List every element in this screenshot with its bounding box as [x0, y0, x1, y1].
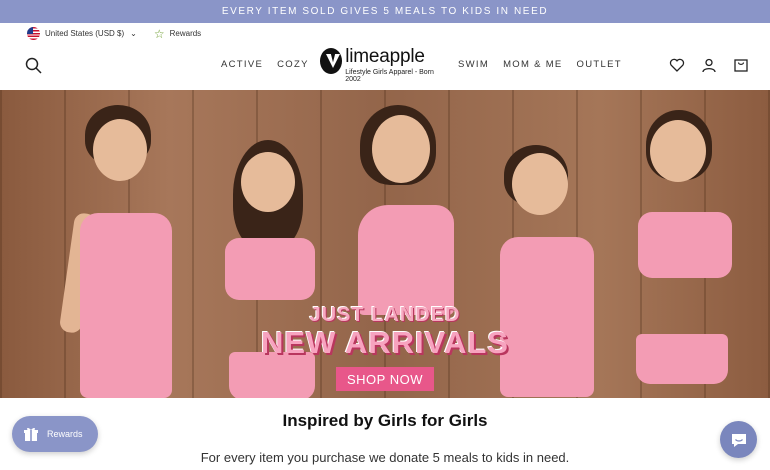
logo-name: limeapple [345, 46, 425, 67]
logo-mark-icon [320, 48, 343, 74]
star-icon: ☆ [153, 26, 165, 41]
user-icon [702, 58, 716, 73]
gift-icon [24, 427, 38, 441]
shop-now-button[interactable]: SHOP NOW [336, 367, 434, 391]
rewards-widget-button[interactable]: Rewards [12, 416, 98, 452]
chat-icon [731, 433, 746, 447]
chevron-down-icon: ⌄ [130, 29, 137, 38]
hero-banner[interactable]: JUST LANDED NEW ARRIVALS SHOP NOW [0, 90, 770, 398]
nav-cozy[interactable]: COZY [277, 59, 309, 70]
currency-label: United States (USD $) [45, 29, 125, 38]
wishlist-button[interactable] [668, 56, 686, 74]
search-icon [25, 57, 42, 74]
nav-outlet[interactable]: OUTLET [577, 59, 622, 70]
account-button[interactable] [700, 56, 718, 74]
bag-icon [734, 59, 748, 72]
hero-headline: NEW ARRIVALS [261, 325, 509, 360]
nav-right: SWIM MOM & ME OUTLET [458, 59, 622, 70]
nav-swim[interactable]: SWIM [458, 59, 489, 70]
site-header: ACTIVE COZY limeapple Lifestyle Girls Ap… [0, 44, 770, 90]
hero-text: JUST LANDED NEW ARRIVALS [0, 304, 770, 361]
heart-icon [669, 58, 685, 72]
announcement-text: EVERY ITEM SOLD GIVES 5 MEALS TO KIDS IN… [221, 6, 549, 17]
rewards-widget-label: Rewards [47, 429, 83, 439]
search-button[interactable] [24, 56, 44, 76]
chat-button[interactable] [720, 421, 757, 458]
intro-text: For every item you purchase we donate 5 … [200, 450, 570, 465]
utility-bar: United States (USD $) ⌄ ☆ Rewards [0, 23, 770, 44]
hero-kicker: JUST LANDED [309, 304, 461, 326]
nav-mom-and-me[interactable]: MOM & ME [503, 59, 562, 70]
logo[interactable]: limeapple Lifestyle Girls Apparel - Born… [320, 46, 436, 86]
cart-button[interactable] [732, 56, 750, 74]
currency-selector[interactable]: United States (USD $) ⌄ [27, 27, 137, 40]
nav-active[interactable]: ACTIVE [221, 59, 263, 70]
logo-tagline: Lifestyle Girls Apparel - Born 2002 [345, 69, 434, 83]
rewards-link[interactable]: ☆ Rewards [154, 28, 201, 40]
intro-title: Inspired by Girls for Girls [282, 411, 488, 430]
nav-left: ACTIVE COZY [221, 59, 309, 70]
rewards-label: Rewards [169, 29, 202, 38]
announcement-bar: EVERY ITEM SOLD GIVES 5 MEALS TO KIDS IN… [0, 0, 770, 23]
flag-icon [27, 27, 40, 40]
header-icons [668, 56, 750, 74]
